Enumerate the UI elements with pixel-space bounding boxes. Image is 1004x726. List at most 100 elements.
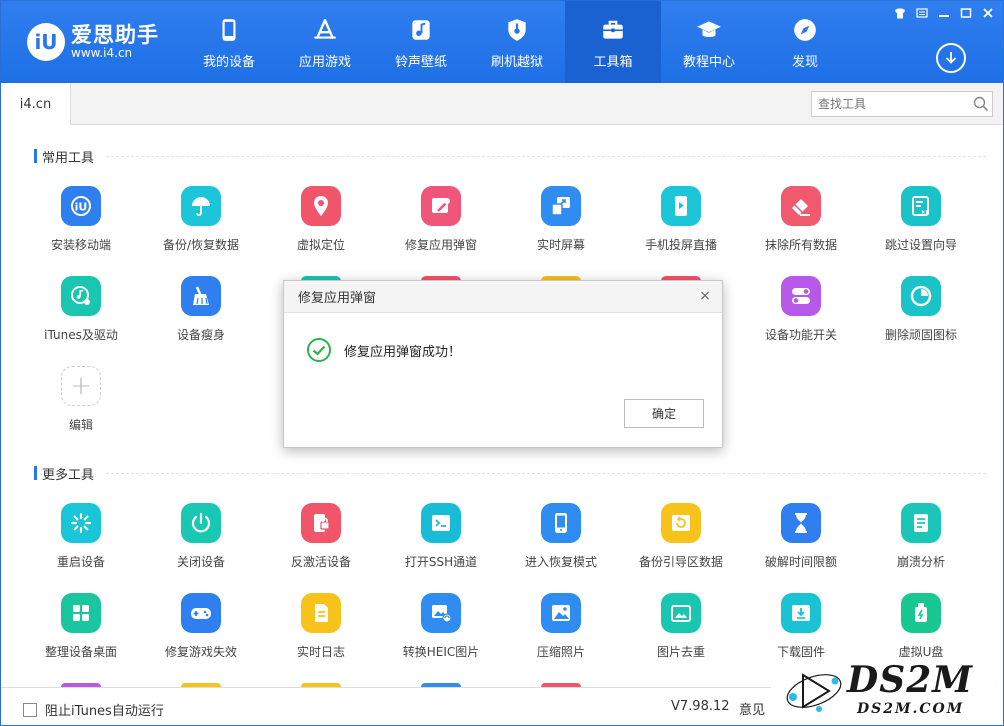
install-mobile-icon: iU [61, 186, 101, 226]
tool-itunes-driver[interactable]: iTunes及驱动 [21, 276, 141, 343]
phone-lock-icon [301, 503, 341, 543]
tool-dedupe-images[interactable]: 图片去重 [621, 593, 741, 660]
tool-backup-boot[interactable]: 备份引导区数据 [621, 503, 741, 570]
tool-feature-switch[interactable]: 设备功能开关 [741, 276, 861, 343]
tool-fix-games[interactable]: 修复游戏失效 [141, 593, 261, 660]
tool-delete-icons[interactable]: 删除顽固图标 [861, 276, 981, 343]
tool-edit[interactable]: + 编辑 [21, 366, 141, 433]
tool-install-mobile[interactable]: iU 安装移动端 [21, 186, 141, 253]
search-icon[interactable] [970, 93, 992, 115]
tool-label: 修复游戏失效 [164, 645, 237, 659]
tool-recovery-mode[interactable]: 进入恢复模式 [501, 503, 621, 570]
tool-label: 实时屏幕 [536, 238, 585, 252]
nav-ringtones[interactable]: 铃声壁纸 [373, 1, 469, 83]
tool-organize-desktop[interactable]: 整理设备桌面 [21, 593, 141, 660]
minimize-icon[interactable] [935, 5, 953, 21]
tool-label: 备份/恢复数据 [162, 238, 240, 252]
nav-label: 铃声壁纸 [394, 54, 447, 70]
tool-download-firmware[interactable]: 下载固件 [741, 593, 861, 660]
menu-icon[interactable] [913, 5, 931, 21]
divider [106, 473, 986, 474]
tab-i4cn[interactable]: i4.cn [1, 83, 71, 125]
compass-icon [794, 18, 816, 41]
checkbox-label: 阻止iTunes自动运行 [45, 704, 164, 719]
tool-label: 图片去重 [656, 645, 705, 659]
download-icon[interactable] [936, 43, 966, 73]
nav-label: 发现 [791, 54, 818, 70]
tool-restart[interactable]: 重启设备 [21, 503, 141, 570]
maximize-icon[interactable] [957, 5, 975, 21]
image-convert-icon [421, 593, 461, 633]
tool-label: 进入恢复模式 [524, 555, 597, 569]
disk-backup-icon [661, 503, 701, 543]
close-icon[interactable] [979, 5, 997, 21]
tool-deactivate[interactable]: 反激活设备 [261, 503, 381, 570]
ok-button[interactable]: 确定 [624, 399, 704, 428]
umbrella-icon [181, 186, 221, 226]
tool-convert-heic[interactable]: 转换HEIC图片 [381, 593, 501, 660]
tool-fix-app-popup[interactable]: 修复应用弹窗 [381, 186, 501, 253]
nav-flash-jailbreak[interactable]: 刷机越狱 [469, 1, 565, 83]
tool-realtime-screen[interactable]: 实时屏幕 [501, 186, 621, 253]
main-nav: 我的设备 应用游戏 铃声壁纸 刷机越狱 工具箱 教程中心 发现 [181, 1, 853, 83]
phone-icon [222, 18, 236, 41]
section-title-common: 常用工具 [34, 148, 986, 166]
tool-label: 备份引导区数据 [638, 555, 723, 569]
tool-label: 实时日志 [296, 645, 345, 659]
dialog-header: 修复应用弹窗 × [284, 281, 722, 313]
tool-label: 修复应用弹窗 [404, 238, 477, 252]
tool-realtime-log[interactable]: 实时日志 [261, 593, 381, 660]
toggle-icon [781, 276, 821, 316]
toolbox-icon [603, 20, 623, 39]
pie-chart-icon [901, 276, 941, 316]
tool-crash-analysis[interactable]: 崩溃分析 [861, 503, 981, 570]
skin-icon[interactable] [891, 5, 909, 21]
nav-apps-games[interactable]: 应用游戏 [277, 1, 373, 83]
search-box [811, 91, 993, 117]
restart-icon [61, 503, 101, 543]
section-accent-bar [34, 149, 37, 163]
app-store-icon [314, 18, 336, 39]
tool-screen-mirror[interactable]: 手机投屏直播 [621, 186, 741, 253]
tool-virtual-usb[interactable]: 虚拟U盘 [861, 593, 981, 660]
gamepad-icon [181, 593, 221, 633]
brand-url: www.i4.cn [71, 46, 133, 60]
header: iU 爱思助手 www.i4.cn 我的设备 应用游戏 铃声壁纸 刷机越狱 工具… [1, 1, 1003, 83]
tool-screen-time[interactable]: 破解时间限额 [741, 503, 861, 570]
feedback-link[interactable]: 意见 [739, 699, 765, 718]
watermark-logo [786, 673, 842, 712]
power-icon [181, 503, 221, 543]
nav-tutorials[interactable]: 教程中心 [661, 1, 757, 83]
tool-label: 虚拟定位 [296, 238, 345, 252]
nav-my-device[interactable]: 我的设备 [181, 1, 277, 83]
phone-icon [541, 503, 581, 543]
nav-toolbox[interactable]: 工具箱 [565, 1, 661, 83]
download-box-icon [781, 593, 821, 633]
phone-play-icon [661, 186, 701, 226]
logo: iU 爱思助手 www.i4.cn [27, 23, 159, 61]
tool-device-slim[interactable]: 设备瘦身 [141, 276, 261, 343]
tool-erase-data[interactable]: 抹除所有数据 [741, 186, 861, 253]
nav-label: 工具箱 [593, 54, 633, 70]
nav-discover[interactable]: 发现 [757, 1, 853, 83]
broom-icon [181, 276, 221, 316]
tool-skip-setup[interactable]: 跳过设置向导 [861, 186, 981, 253]
tool-label: 关闭设备 [176, 555, 225, 569]
music-gear-icon [61, 276, 101, 316]
version-label: V7.98.12 [671, 699, 730, 714]
block-itunes-checkbox[interactable]: 阻止iTunes自动运行 [23, 700, 164, 719]
tool-ssh[interactable]: 打开SSH通道 [381, 503, 501, 570]
logo-mark: iU [27, 23, 65, 61]
close-icon[interactable]: × [698, 289, 712, 303]
hourglass-icon [781, 503, 821, 543]
tool-virtual-location[interactable]: 虚拟定位 [261, 186, 381, 253]
log-icon [301, 593, 341, 633]
screen-share-icon [541, 186, 581, 226]
search-input[interactable] [818, 97, 970, 111]
tool-shutdown[interactable]: 关闭设备 [141, 503, 261, 570]
checkbox-box[interactable] [23, 702, 37, 717]
tool-backup-restore[interactable]: 备份/恢复数据 [141, 186, 261, 253]
tool-label: iTunes及驱动 [44, 328, 118, 342]
tool-compress-photos[interactable]: 压缩照片 [501, 593, 621, 660]
tool-label: 手机投屏直播 [644, 238, 717, 252]
